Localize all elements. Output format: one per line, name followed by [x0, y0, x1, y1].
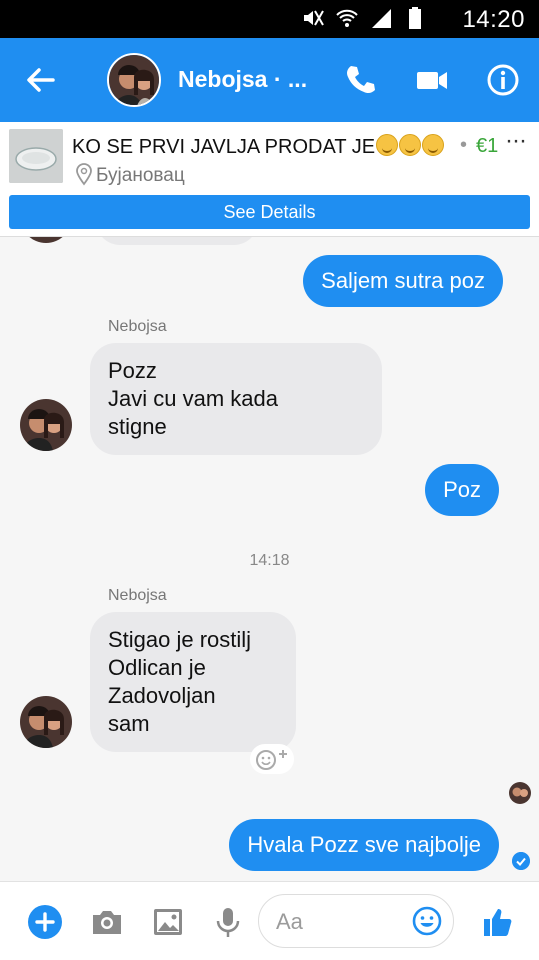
message-list[interactable]: Saljem sutra poz Nebojsa Pozz Javi cu va…: [0, 237, 539, 881]
smile-emoji-icon: [376, 134, 399, 156]
mute-icon: [304, 10, 324, 26]
sender-name: Nebojsa: [108, 587, 167, 604]
sender-avatar[interactable]: [20, 696, 72, 748]
listing-thumbnail[interactable]: [9, 129, 63, 183]
sender-avatar: [20, 237, 72, 243]
add-icon[interactable]: [27, 904, 63, 940]
phone-icon[interactable]: [342, 62, 378, 98]
separator-dot: •: [460, 134, 468, 156]
seen-by-avatar: [509, 782, 531, 804]
message-outgoing[interactable]: Hvala Pozz sve najbolje: [229, 819, 499, 871]
conversation-header: Nebojsa · ...: [0, 38, 539, 122]
add-reaction-icon: [256, 750, 287, 770]
message-line: Zadovoljan: [108, 683, 216, 708]
contact-name[interactable]: Nebojsa · ...: [178, 66, 307, 93]
smile-emoji-icon: [399, 134, 422, 156]
listing-panel: KO SE PRVI JAVLJA PRODAT JE • €1 ··· Буј…: [0, 122, 539, 237]
gallery-icon[interactable]: [150, 904, 186, 940]
video-camera-icon[interactable]: [414, 62, 450, 98]
listing-title-text: KO SE PRVI JAVLJA PRODAT JE: [72, 136, 376, 158]
signal-icon: [372, 9, 391, 28]
wifi-icon: [336, 9, 358, 27]
back-arrow-icon[interactable]: [22, 62, 58, 98]
message-composer: Aa: [0, 881, 539, 960]
more-options-button[interactable]: ···: [505, 127, 527, 155]
message-timestamp: 14:18: [249, 552, 290, 569]
message-line: sam: [108, 711, 150, 736]
message-line: Javi cu vam kada: [108, 386, 278, 411]
message-line: Pozz: [108, 358, 157, 383]
status-bar: 14:20: [0, 0, 539, 38]
message-input[interactable]: Aa: [258, 894, 454, 948]
message-incoming[interactable]: Stigao je rostilj Odlican je Zadovoljan …: [90, 612, 296, 752]
smile-emoji-icon: [422, 134, 445, 156]
message-line: Odlican je: [108, 655, 206, 680]
battery-icon: [409, 7, 421, 29]
thumbs-up-icon[interactable]: [480, 904, 516, 940]
message-bubble-partial: [96, 237, 258, 245]
info-icon[interactable]: [485, 62, 521, 98]
sender-name: Nebojsa: [108, 318, 167, 335]
contact-avatar[interactable]: [107, 53, 161, 107]
message-line: Stigao je rostilj: [108, 627, 252, 652]
listing-price: €1: [476, 135, 499, 157]
see-details-button[interactable]: See Details: [9, 195, 530, 229]
delivered-check-icon: [512, 852, 530, 870]
microphone-icon[interactable]: [210, 904, 246, 940]
status-icons: [301, 6, 427, 30]
listing-title[interactable]: KO SE PRVI JAVLJA PRODAT JE: [72, 134, 445, 159]
status-time: 14:20: [462, 6, 525, 33]
message-incoming[interactable]: Pozz Javi cu vam kada stigne: [90, 343, 382, 455]
sender-avatar[interactable]: [20, 399, 72, 451]
camera-icon[interactable]: [89, 904, 125, 940]
location-pin-icon: [76, 163, 92, 186]
message-outgoing[interactable]: Poz: [425, 464, 499, 516]
emoji-icon[interactable]: [411, 905, 443, 937]
add-reaction-button[interactable]: [250, 744, 294, 774]
message-input-placeholder: Aa: [276, 909, 303, 934]
message-line: stigne: [108, 414, 167, 439]
message-outgoing[interactable]: Saljem sutra poz: [303, 255, 503, 307]
listing-location: Бујановац: [96, 165, 185, 186]
